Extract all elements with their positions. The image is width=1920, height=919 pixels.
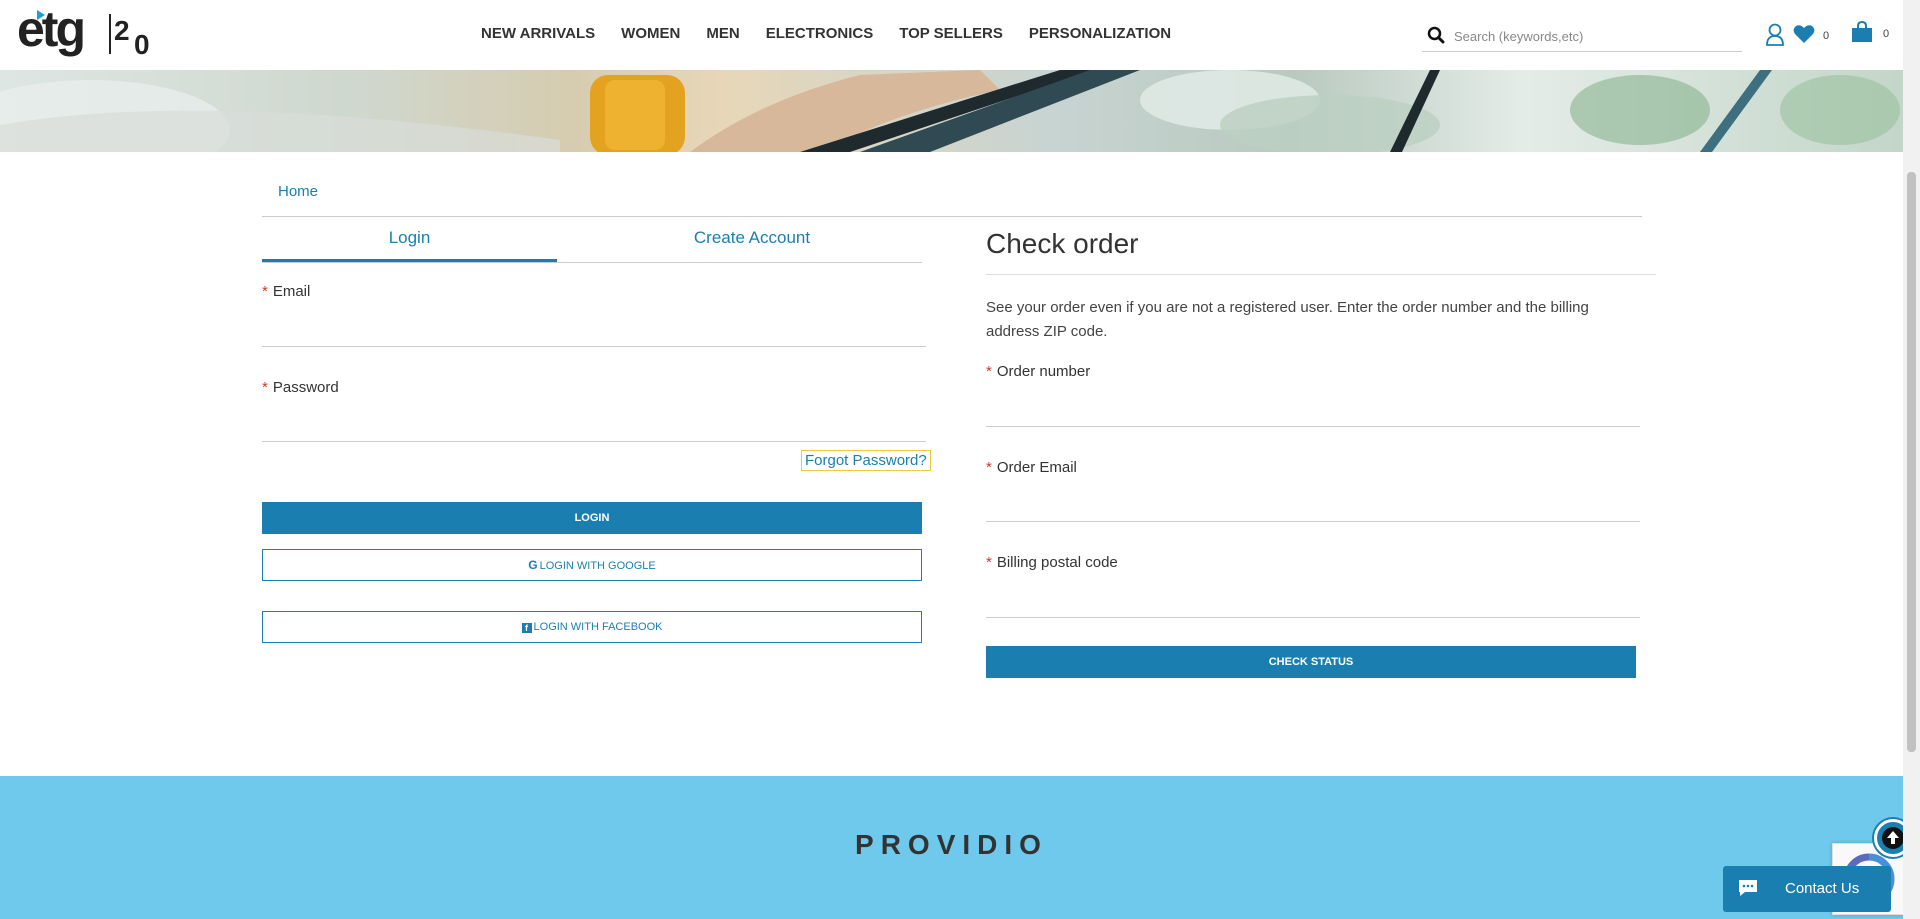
nav-top-sellers[interactable]: TOP SELLERS	[899, 25, 1003, 42]
login-with-facebook-button[interactable]: f LOGIN WITH FACEBOOK	[262, 611, 922, 643]
tab-login[interactable]: Login	[262, 217, 557, 262]
wishlist-count: 0	[1823, 30, 1830, 42]
chat-bubble-icon	[1739, 880, 1757, 896]
site-header: etg 2 0 NEW ARRIVALS WOMEN MEN ELECTRONI…	[0, 0, 1903, 70]
billing-postal-code-label: * Billing postal code	[986, 554, 1118, 571]
svg-text:etg: etg	[17, 4, 83, 57]
google-icon: G	[528, 558, 538, 572]
page-scrollbar[interactable]	[1903, 0, 1920, 919]
wishlist-heart-icon[interactable]	[1793, 24, 1815, 44]
order-email-field[interactable]	[986, 493, 1640, 522]
check-order-description: See your order even if you are not a reg…	[986, 299, 1589, 340]
shopping-bag-icon[interactable]	[1851, 21, 1873, 43]
nav-personalization[interactable]: PERSONALIZATION	[1029, 25, 1171, 42]
billing-postal-code-field[interactable]	[986, 589, 1640, 618]
login-with-google-button[interactable]: G LOGIN WITH GOOGLE	[262, 549, 922, 581]
account-icon[interactable]	[1765, 23, 1785, 47]
contact-us-button[interactable]: Contact Us	[1723, 866, 1891, 912]
login-button[interactable]: LOGIN	[262, 502, 922, 534]
search-icon[interactable]	[1427, 26, 1445, 44]
main-nav: NEW ARRIVALS WOMEN MEN ELECTRONICS TOP S…	[481, 25, 1171, 42]
password-label: * Password	[262, 379, 339, 396]
tab-create-account[interactable]: Create Account	[592, 217, 912, 262]
required-mark: *	[262, 379, 268, 396]
svg-text:2: 2	[114, 15, 130, 46]
password-field[interactable]	[262, 413, 926, 442]
required-mark: *	[986, 554, 992, 571]
hero-banner-image	[0, 70, 1903, 152]
required-mark: *	[262, 283, 268, 300]
nav-women[interactable]: WOMEN	[621, 25, 680, 42]
etg-logo[interactable]: etg 2 0	[17, 4, 157, 66]
scrollbar-thumb[interactable]	[1907, 172, 1916, 752]
email-field[interactable]	[262, 318, 926, 347]
cart-count: 0	[1883, 28, 1890, 40]
search-input[interactable]	[1452, 24, 1736, 48]
contact-us-label: Contact Us	[1785, 880, 1860, 897]
nav-new-arrivals[interactable]: NEW ARRIVALS	[481, 25, 595, 42]
nav-electronics[interactable]: ELECTRONICS	[766, 25, 874, 42]
required-mark: *	[986, 459, 992, 476]
order-email-label: * Order Email	[986, 459, 1077, 476]
check-status-button[interactable]: CHECK STATUS	[986, 646, 1636, 678]
footer-brand: PROVIDIO	[855, 829, 1048, 860]
forgot-password-link[interactable]: Forgot Password?	[801, 450, 931, 471]
email-label: * Email	[262, 283, 311, 300]
search-box	[1422, 20, 1742, 52]
nav-men[interactable]: MEN	[706, 25, 739, 42]
order-number-field[interactable]	[986, 398, 1640, 427]
facebook-icon: f	[521, 623, 532, 633]
check-order-title: Check order	[986, 228, 1139, 259]
hero-illustration	[0, 70, 1900, 152]
breadcrumb-home[interactable]: Home	[278, 183, 318, 200]
required-mark: *	[986, 363, 992, 380]
order-number-label: * Order number	[986, 363, 1091, 380]
svg-text:0: 0	[134, 29, 150, 60]
auth-tabs: Login Create Account	[262, 217, 922, 263]
check-order-divider	[986, 274, 1656, 275]
